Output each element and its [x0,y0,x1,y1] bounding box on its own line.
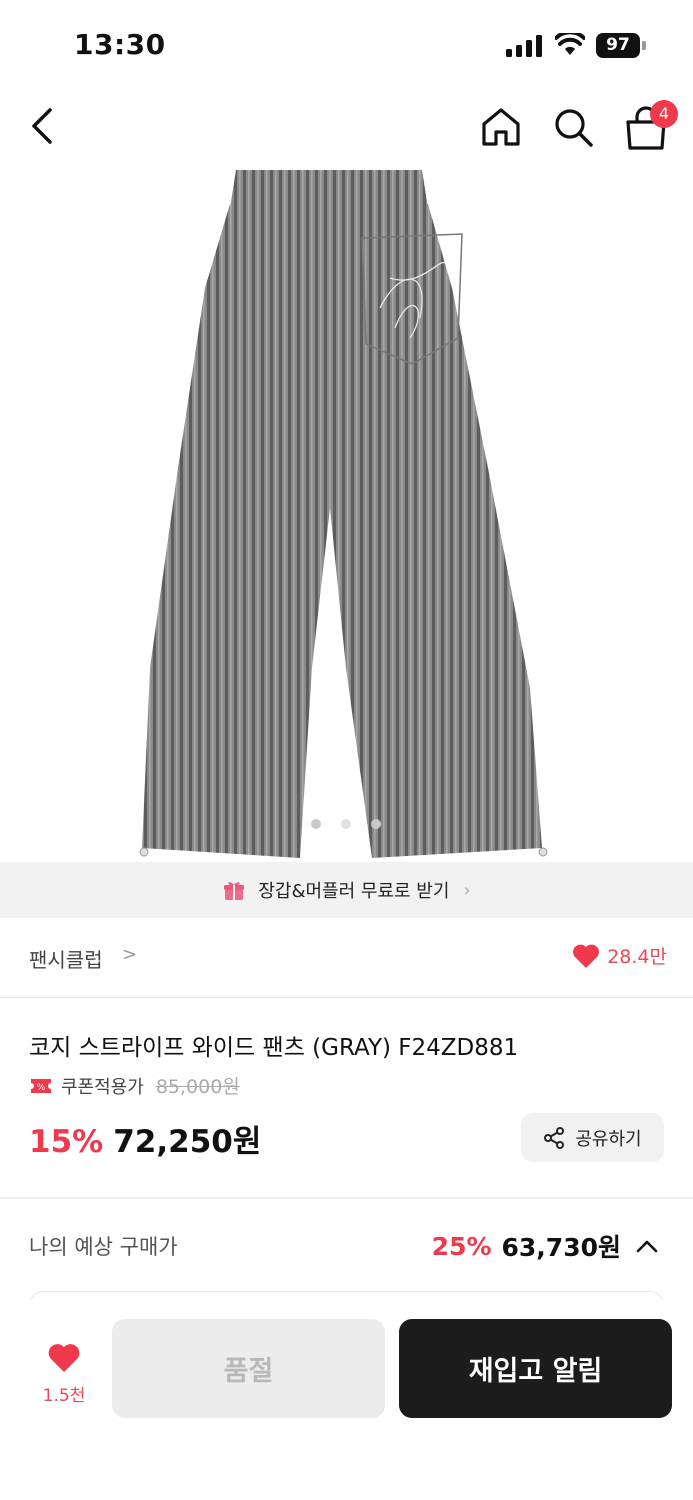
status-bar: 13:30 97 [0,0,693,90]
home-icon[interactable] [478,104,524,150]
estimate-value: 25% 63,730원 [432,1228,659,1264]
coupon-label: 쿠폰적용가 [61,1076,144,1098]
pants-image [139,170,548,858]
product-title: 코지 스트라이프 와이드 팬츠 (GRAY) F24ZD881 [29,1035,519,1061]
brand-row: 팬시클럽 > 28.4만 [0,918,693,998]
bottom-action-bar: 1.5천 품절 재입고 알림 [0,1300,693,1500]
cart-button[interactable]: 4 [620,100,680,152]
search-icon[interactable] [550,104,596,150]
battery-icon: 97 [596,33,646,58]
share-icon [544,1126,565,1149]
back-icon[interactable] [22,104,62,148]
brand-like[interactable]: 28.4만 [572,942,667,969]
promo-banner[interactable]: 장갑&머플러 무료로 받기 › [0,862,693,918]
coupon-icon: % [31,1078,51,1093]
nav-bar: 4 [0,90,693,168]
soldout-button: 품절 [112,1319,385,1418]
battery-level: 97 [596,33,640,58]
chevron-right-icon[interactable]: > [122,944,137,965]
product-image[interactable] [0,168,693,862]
heart-icon [48,1344,80,1372]
wifi-icon [555,33,585,55]
discount-rate: 15% [29,1124,104,1160]
estimated-price-row[interactable]: 나의 예상 구매가 25% 63,730원 [0,1199,693,1291]
status-time: 13:30 [74,28,166,61]
signal-icon [506,35,542,57]
restock-alert-button[interactable]: 재입고 알림 [399,1319,672,1418]
promo-text: 장갑&머플러 무료로 받기 [258,881,450,902]
estimate-discount: 25% [431,1231,492,1261]
wish-count: 1.5천 [42,1386,86,1406]
sale-price: 72,250원 [113,1124,262,1160]
heart-icon [573,944,600,968]
coupon-row: % 쿠폰적용가 85,000원 [29,1072,240,1099]
image-pagination [311,819,381,829]
svg-text:%: % [37,1083,46,1093]
cart-badge: 4 [650,100,678,128]
brand-name[interactable]: 팬시클럽 [29,944,103,973]
share-label: 공유하기 [575,1128,642,1150]
original-price: 85,000원 [155,1076,240,1098]
chevron-up-icon[interactable] [635,1238,659,1254]
price-row: 15% 72,250원 [29,1116,261,1161]
estimate-label: 나의 예상 구매가 [29,1235,178,1259]
wish-button[interactable]: 1.5천 [32,1340,96,1410]
share-button[interactable]: 공유하기 [521,1113,664,1162]
estimate-price: 63,730원 [501,1233,621,1262]
gift-icon [224,882,245,900]
chevron-right-icon: › [463,879,471,901]
brand-like-count: 28.4만 [607,946,667,968]
